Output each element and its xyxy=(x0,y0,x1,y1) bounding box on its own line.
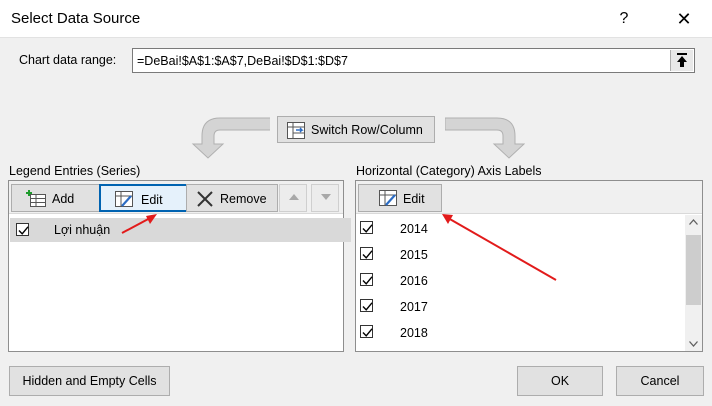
swap-right-arrow-icon xyxy=(445,117,525,159)
series-checkbox[interactable] xyxy=(16,223,29,236)
help-button[interactable]: ? xyxy=(604,4,644,34)
edit-category-button[interactable]: Edit xyxy=(358,184,442,212)
legend-toolbar: Add Edit Remove xyxy=(9,181,343,214)
legend-entries-panel: Add Edit Remove Lợi nhuận xyxy=(8,180,351,352)
scroll-down-icon[interactable] xyxy=(689,341,698,347)
swap-left-arrow-icon xyxy=(191,117,270,159)
remove-series-button[interactable]: Remove xyxy=(186,184,278,212)
scroll-up-icon[interactable] xyxy=(689,219,698,225)
checkmark-icon xyxy=(362,328,373,337)
remove-label: Remove xyxy=(220,192,267,206)
category-checkbox[interactable] xyxy=(360,299,373,312)
title-bar: Select Data Source ? ✕ xyxy=(0,0,712,38)
category-value: 2017 xyxy=(400,300,428,314)
category-list-item[interactable]: 2014 xyxy=(356,216,682,242)
category-list-item[interactable]: 2018 xyxy=(356,320,682,346)
category-checkbox[interactable] xyxy=(360,247,373,260)
category-checkbox[interactable] xyxy=(360,325,373,338)
collapse-dialog-button[interactable] xyxy=(670,50,693,71)
series-list-item[interactable]: Lợi nhuận xyxy=(10,218,351,242)
move-up-icon xyxy=(289,194,299,200)
checkmark-icon xyxy=(362,224,373,233)
category-value: 2015 xyxy=(400,248,428,262)
category-checkbox[interactable] xyxy=(360,221,373,234)
dialog-title: Select Data Source xyxy=(11,10,141,27)
switch-row-column-button[interactable]: Switch Row/Column xyxy=(277,116,435,143)
category-list-item[interactable]: 2017 xyxy=(356,294,682,320)
ok-button[interactable]: OK xyxy=(517,366,603,396)
checkmark-icon xyxy=(18,226,29,235)
move-up-button[interactable] xyxy=(279,184,307,212)
legend-entries-label: Legend Entries (Series) xyxy=(9,164,141,178)
category-list-item[interactable]: 2015 xyxy=(356,242,682,268)
checkmark-icon xyxy=(362,250,373,259)
move-down-button[interactable] xyxy=(311,184,339,212)
upload-arrow-icon xyxy=(677,53,687,67)
edit-category-label: Edit xyxy=(403,192,425,206)
category-axis-labels-label: Horizontal (Category) Axis Labels xyxy=(356,164,542,178)
category-value: 2018 xyxy=(400,326,428,340)
chart-data-range-value: =DeBai!$A$1:$A$7,DeBai!$D$1:$D$7 xyxy=(137,54,348,68)
move-down-icon xyxy=(321,194,331,200)
chart-data-range-label: Chart data range: xyxy=(19,53,117,67)
switch-row-column-icon xyxy=(287,122,305,139)
cancel-button[interactable]: Cancel xyxy=(616,366,704,396)
checkmark-icon xyxy=(362,302,373,311)
chart-data-range-input[interactable]: =DeBai!$A$1:$A$7,DeBai!$D$1:$D$7 xyxy=(132,48,695,73)
category-toolbar: Edit xyxy=(356,181,702,214)
category-labels-panel: Edit 2014 2015 2016 2017 2018 xyxy=(355,180,703,352)
edit-label: Edit xyxy=(141,193,163,207)
category-value: 2016 xyxy=(400,274,428,288)
edit-table-icon xyxy=(379,190,397,206)
edit-series-button[interactable]: Edit xyxy=(99,184,191,212)
category-list-item[interactable]: 2016 xyxy=(356,268,682,294)
switch-row-column-label: Switch Row/Column xyxy=(311,123,423,137)
category-checkbox[interactable] xyxy=(360,273,373,286)
scrollbar-thumb[interactable] xyxy=(686,235,701,305)
category-value: 2014 xyxy=(400,222,428,236)
remove-x-icon xyxy=(197,191,213,207)
add-table-icon xyxy=(26,190,46,207)
series-name: Lợi nhuận xyxy=(54,223,111,237)
category-scrollbar[interactable] xyxy=(685,215,702,351)
close-button[interactable]: ✕ xyxy=(664,4,704,34)
add-label: Add xyxy=(52,192,75,206)
edit-table-icon xyxy=(115,191,133,207)
hidden-empty-cells-button[interactable]: Hidden and Empty Cells xyxy=(9,366,170,396)
add-series-button[interactable]: Add xyxy=(11,184,103,212)
checkmark-icon xyxy=(362,276,373,285)
